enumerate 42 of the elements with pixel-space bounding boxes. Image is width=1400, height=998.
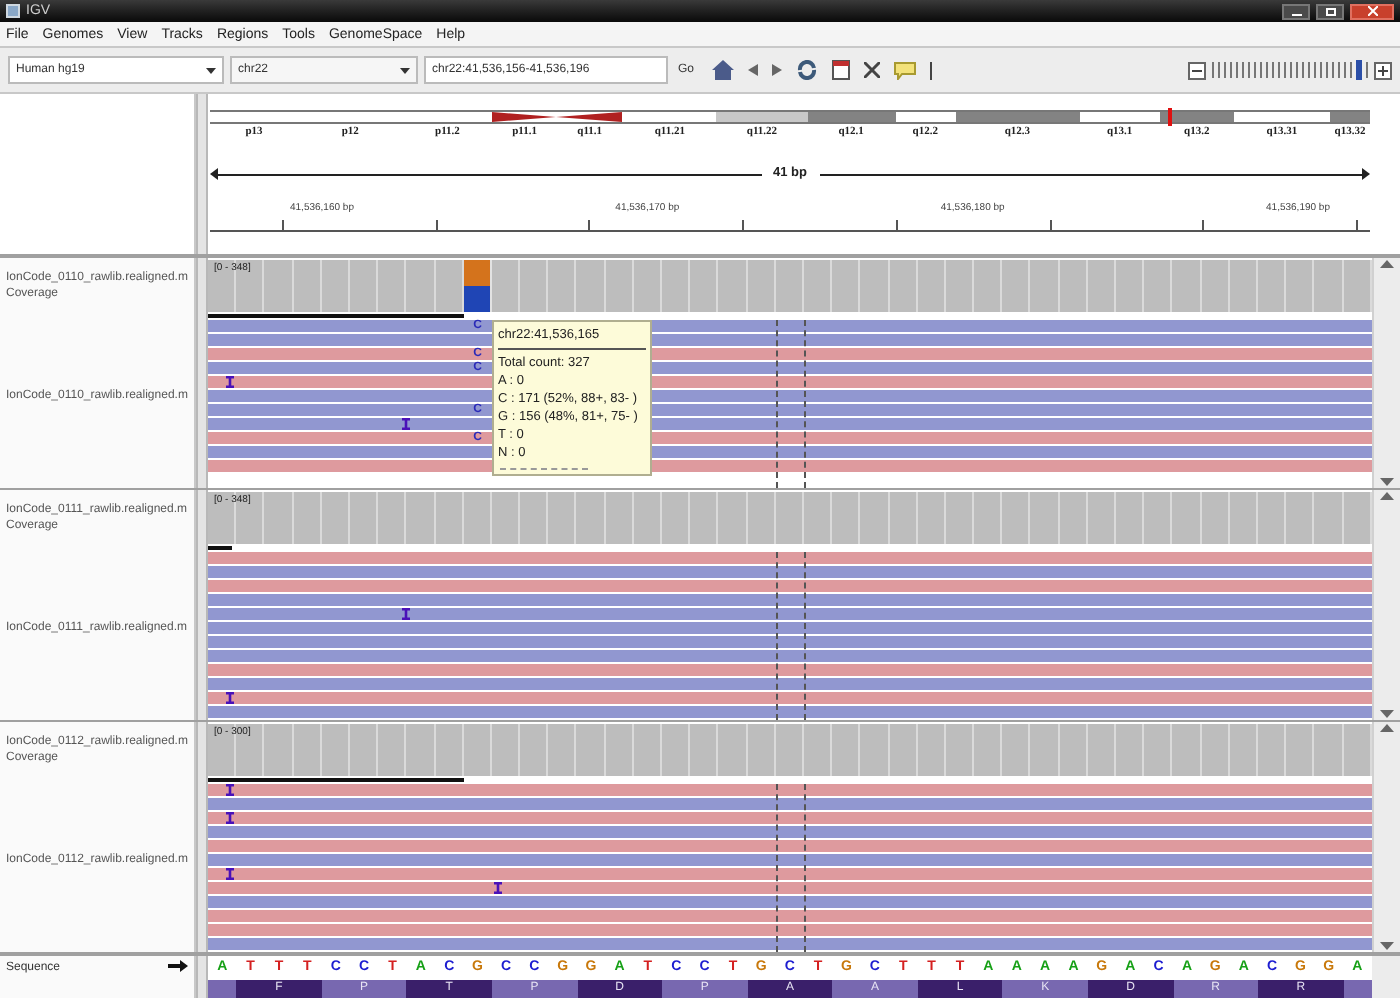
ruler-icon[interactable] <box>930 61 935 79</box>
close-button[interactable] <box>1350 3 1394 19</box>
region-icon[interactable] <box>832 60 851 80</box>
zoom-out-icon[interactable] <box>1188 61 1206 79</box>
current-position-marker <box>1167 108 1172 126</box>
reading-frame-block <box>208 980 237 998</box>
refresh-icon[interactable] <box>796 60 819 80</box>
scroll-down-icon[interactable] <box>1380 942 1394 950</box>
insertion-icon[interactable] <box>225 812 234 824</box>
caret-icon <box>206 67 216 73</box>
insertion-icon[interactable] <box>225 868 234 880</box>
scroll-up-icon[interactable] <box>1380 260 1394 268</box>
scroll-up-icon[interactable] <box>1380 492 1394 500</box>
zoom-in-icon[interactable] <box>1374 61 1392 79</box>
strand-arrow-icon[interactable] <box>168 960 188 972</box>
speech-bubble-icon[interactable] <box>894 61 917 79</box>
insertion-icon[interactable] <box>225 692 234 704</box>
home-icon[interactable] <box>712 60 735 80</box>
insertion-icon[interactable] <box>225 376 234 388</box>
scrollbar[interactable] <box>1372 722 1400 952</box>
maximize-button[interactable] <box>1316 3 1344 19</box>
insertion-icon[interactable] <box>225 784 234 796</box>
insertion-icon[interactable] <box>401 608 410 620</box>
variant-coverage-bar[interactable] <box>463 260 492 312</box>
caret-icon <box>400 67 410 73</box>
reading-frame-block <box>1343 980 1372 998</box>
insertion-icon[interactable] <box>494 882 503 894</box>
scrollbar[interactable] <box>1372 258 1400 488</box>
minimize-button[interactable] <box>1282 3 1310 19</box>
zoom-slider[interactable] <box>1212 60 1368 80</box>
scrollbar[interactable] <box>1372 490 1400 720</box>
forward-arrow-icon[interactable] <box>772 64 783 76</box>
app-icon <box>6 4 20 18</box>
scrollbar-gutter <box>1372 956 1400 998</box>
back-arrow-icon[interactable] <box>748 64 759 76</box>
scroll-down-icon[interactable] <box>1380 478 1394 486</box>
read-row[interactable] <box>208 390 1372 402</box>
scroll-up-icon[interactable] <box>1380 724 1394 732</box>
insertion-icon[interactable] <box>401 418 410 430</box>
scroll-down-icon[interactable] <box>1380 710 1394 718</box>
close-icon[interactable] <box>864 62 881 78</box>
close-icon <box>1367 6 1377 16</box>
